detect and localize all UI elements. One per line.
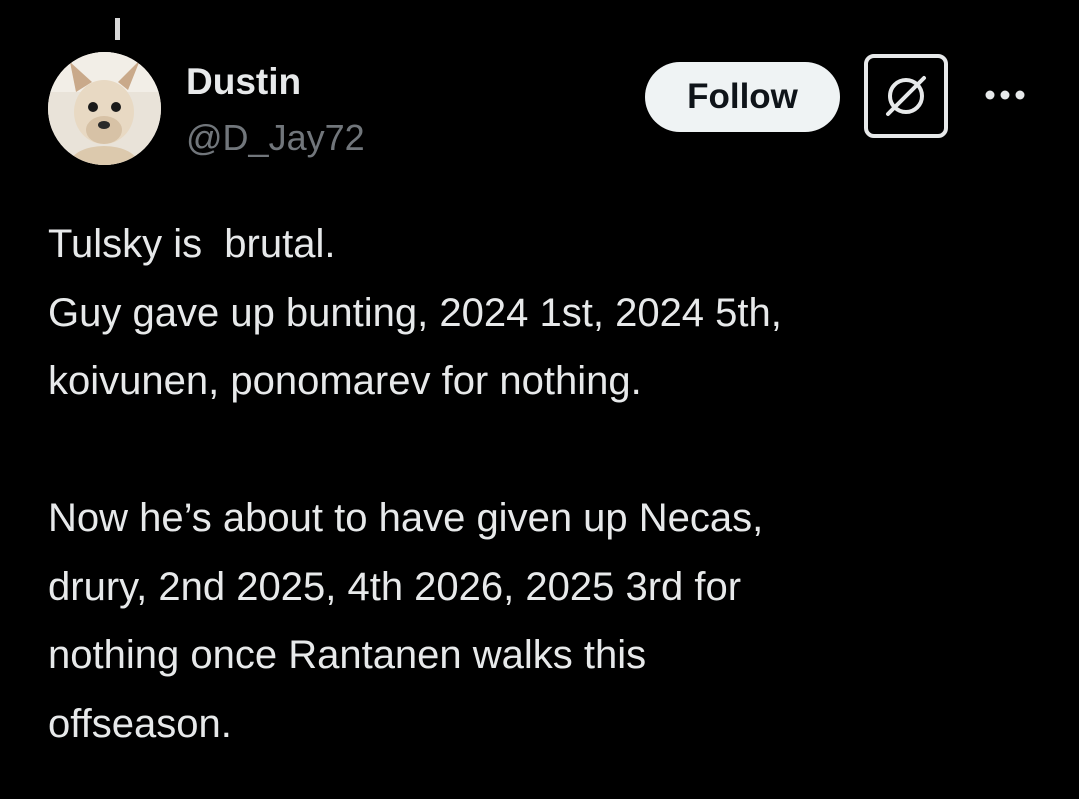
tweet-text-line: Now he’s about to have given up Necas, [48,496,764,540]
scroll-indicator [115,18,120,40]
tweet-text: Tulsky is brutal. Guy gave up bunting, 2… [48,210,1058,758]
paragraph-break [48,416,1058,485]
dog-avatar-image [48,52,161,165]
tweet-text-line: Tulsky is brutal. [48,222,336,266]
follow-button[interactable]: Follow [645,62,840,132]
tweet-text-line: offseason. [48,701,232,746]
more-options-button[interactable] [980,80,1030,110]
avatar[interactable] [48,52,161,165]
author-handle[interactable]: @D_Jay72 [186,116,365,160]
grok-button[interactable] [864,54,948,138]
tweet-text-line: drury, 2nd 2025, 4th 2026, 2025 3rd for [48,564,742,609]
more-options-icon [985,90,1025,100]
tweet-text-line: Guy gave up bunting, 2024 1st, 2024 5th, [48,290,782,335]
tweet-text-line: koivunen, ponomarev for nothing. [48,359,642,403]
author-display-name[interactable]: Dustin [186,60,301,104]
grok-icon [886,76,926,116]
tweet-text-line: nothing once Rantanen walks this [48,633,647,677]
